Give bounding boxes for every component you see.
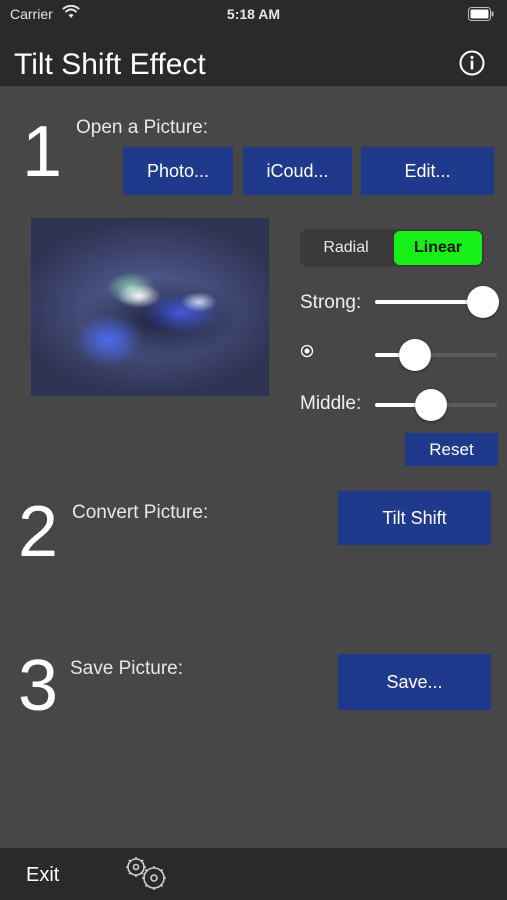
bottom-toolbar: Exit (0, 848, 507, 900)
picture-preview (31, 218, 269, 396)
icloud-button[interactable]: iCoud... (243, 147, 352, 195)
strong-label: Strong: (300, 292, 362, 313)
status-bar: Carrier 5:18 AM (0, 0, 507, 30)
middle-slider-thumb[interactable] (415, 389, 448, 421)
radio-dot-icon (300, 344, 314, 363)
nav-bar: Tilt Shift Effect (0, 30, 507, 86)
page-title: Tilt Shift Effect (14, 48, 206, 81)
tilt-shift-button[interactable]: Tilt Shift (338, 491, 491, 545)
step-1-label: Open a Picture: (76, 117, 209, 138)
center-slider[interactable] (375, 339, 497, 371)
step-3-label: Save Picture: (70, 658, 183, 679)
segment-linear[interactable]: Linear (394, 231, 482, 265)
edit-button[interactable]: Edit... (361, 147, 494, 195)
segment-radial[interactable]: Radial (302, 231, 390, 265)
info-button[interactable] (458, 49, 486, 77)
exit-button[interactable]: Exit (26, 864, 59, 887)
center-slider-thumb[interactable] (399, 339, 432, 371)
strong-slider-thumb[interactable] (467, 286, 499, 318)
middle-slider[interactable] (375, 389, 497, 421)
reset-button[interactable]: Reset (405, 433, 498, 466)
gears-icon[interactable] (122, 854, 174, 899)
step-2-label: Convert Picture: (72, 502, 209, 523)
info-circle-icon (459, 50, 485, 76)
status-time: 5:18 AM (226, 6, 281, 22)
step-2-number: 2 (18, 492, 59, 572)
mode-segmented-control: Radial Linear (300, 229, 484, 267)
battery-icon (468, 7, 495, 26)
strong-slider[interactable] (375, 286, 499, 318)
middle-label: Middle: (300, 393, 362, 414)
step-1-number: 1 (22, 112, 63, 192)
step-3-number: 3 (18, 646, 59, 726)
photo-button[interactable]: Photo... (123, 147, 233, 195)
save-button[interactable]: Save... (338, 654, 491, 710)
